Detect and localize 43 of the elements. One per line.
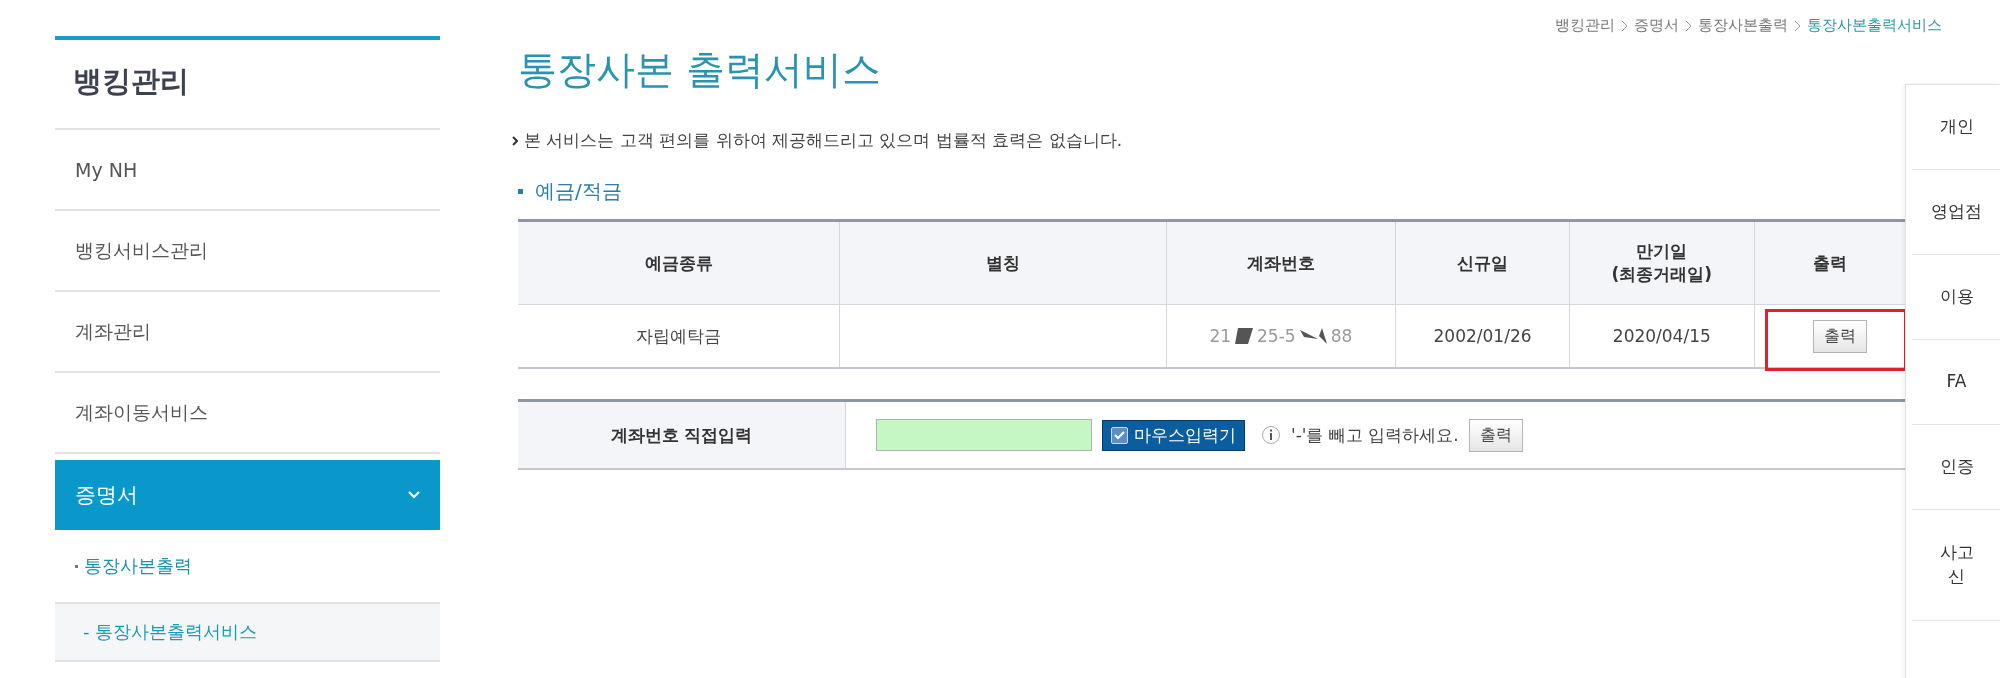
quick-menu-item[interactable]: 개인	[1912, 85, 2000, 170]
quick-menu-item[interactable]: FA	[1912, 340, 2000, 425]
notice-text: 본 서비스는 고객 편의를 위하여 제공해드리고 있으며 법률적 효력은 없습니다.	[524, 129, 1123, 152]
redaction-scribble	[1235, 328, 1254, 344]
chevron-right-icon	[512, 135, 518, 146]
print-button[interactable]: 출력	[1812, 319, 1867, 353]
column-header: 계좌번호	[1166, 220, 1396, 305]
page-title: 통장사본 출력서비스	[518, 46, 883, 94]
table-cell: 2020/04/15	[1569, 304, 1755, 368]
column-header: 예금종류	[518, 220, 840, 305]
breadcrumb-link[interactable]: 증명서	[1634, 16, 1679, 35]
account-number: 25-5	[1257, 326, 1296, 346]
breadcrumb-link[interactable]: 통장사본출력	[1698, 16, 1788, 35]
section-title: 예금/적금	[535, 178, 622, 205]
chevron-right-icon	[1685, 19, 1692, 32]
table-cell: 2002/01/26	[1395, 304, 1570, 368]
input-hint: '-'를 빼고 입력하세요.	[1291, 423, 1459, 447]
breadcrumb-link[interactable]: 통장사본출력서비스	[1807, 16, 1942, 35]
account-number: 88	[1330, 326, 1353, 346]
column-header: 별칭	[839, 220, 1167, 305]
checkbox[interactable]	[1111, 426, 1128, 444]
chevron-right-icon	[1621, 19, 1628, 32]
quick-menu-item[interactable]: 사고 신	[1912, 510, 2000, 621]
account-number: 21	[1209, 326, 1232, 346]
column-header: 출력	[1754, 220, 1905, 305]
chevron-right-icon	[1794, 19, 1801, 32]
redaction-scribble	[1299, 328, 1327, 344]
breadcrumb-link[interactable]: 뱅킹관리	[1555, 16, 1615, 35]
chevron-icon	[408, 491, 420, 499]
info-icon	[1261, 425, 1281, 445]
check-icon	[1114, 430, 1125, 440]
row-label: 계좌번호 직접입력	[518, 400, 846, 469]
column-header: 만기일 (최종거래일)	[1569, 220, 1755, 305]
quick-menu-item[interactable]: 이용	[1912, 255, 2000, 340]
table-cell: 자립예탁금	[518, 304, 840, 368]
mouse-input-button[interactable]: 마우스입력기	[1102, 419, 1245, 451]
column-header: 신규일	[1395, 220, 1570, 305]
print-button[interactable]: 출력	[1468, 418, 1523, 452]
quick-menu-item[interactable]: 영업점	[1912, 170, 2000, 255]
account-input-field[interactable]	[876, 419, 1092, 451]
quick-menu-item[interactable]: 인증	[1912, 425, 2000, 510]
bullet-icon	[518, 189, 523, 194]
bullet-icon	[75, 564, 78, 568]
